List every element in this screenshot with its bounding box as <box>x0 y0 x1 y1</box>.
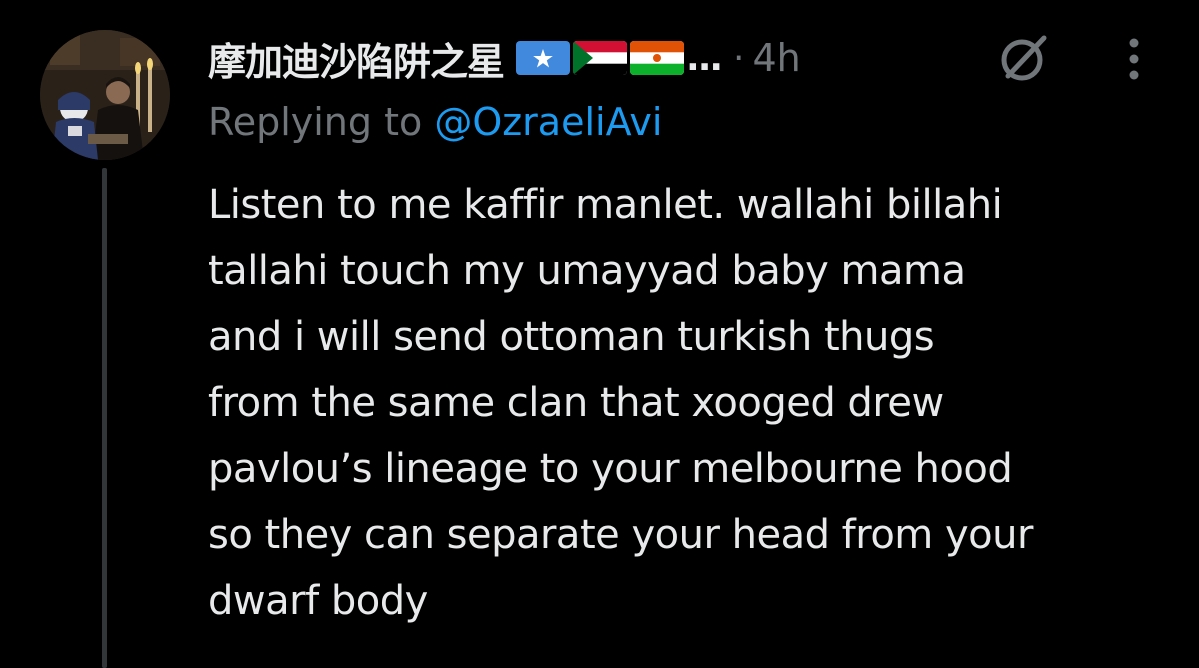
name-truncation-ellipsis: ... <box>686 37 723 79</box>
niger-flag-icon <box>630 41 685 75</box>
timestamp[interactable]: 4h <box>753 36 801 80</box>
sudan-flag-icon <box>573 41 628 75</box>
somalia-flag-icon <box>516 41 571 75</box>
separator-dot: · <box>733 37 745 79</box>
more-options-icon[interactable] <box>1116 34 1152 84</box>
replying-to-line: Replying to @OzraeliAvi <box>208 100 662 144</box>
tweet-body: Listen to me kaffir manlet. wallahi bill… <box>208 172 1188 634</box>
tweet-header: 摩加迪沙陷阱之星 ... · 4h <box>208 30 801 86</box>
tweet-text-line: tallahi touch my umayyad baby mama <box>208 248 966 294</box>
tweet-text-line: so they can separate your head from your <box>208 512 1033 558</box>
grok-icon[interactable] <box>994 28 1054 88</box>
tweet-text-line: from the same clan that xooged drew <box>208 380 944 426</box>
replying-to-handle-link[interactable]: @OzraeliAvi <box>434 100 662 144</box>
tweet-text-line: and i will send ottoman turkish thugs <box>208 314 935 360</box>
replying-to-label: Replying to <box>208 100 435 144</box>
tweet-text-line: pavlou’s lineage to your melbourne hood <box>208 446 1013 492</box>
thread-connector-line <box>102 168 107 668</box>
avatar[interactable] <box>40 30 170 160</box>
flag-emoji-group <box>516 41 685 75</box>
tweet-text-line: dwarf body <box>208 578 428 624</box>
tweet-text-line: Listen to me kaffir manlet. wallahi bill… <box>208 182 1003 228</box>
display-name[interactable]: 摩加迪沙陷阱之星 <box>208 31 505 86</box>
avatar-image <box>40 30 170 160</box>
